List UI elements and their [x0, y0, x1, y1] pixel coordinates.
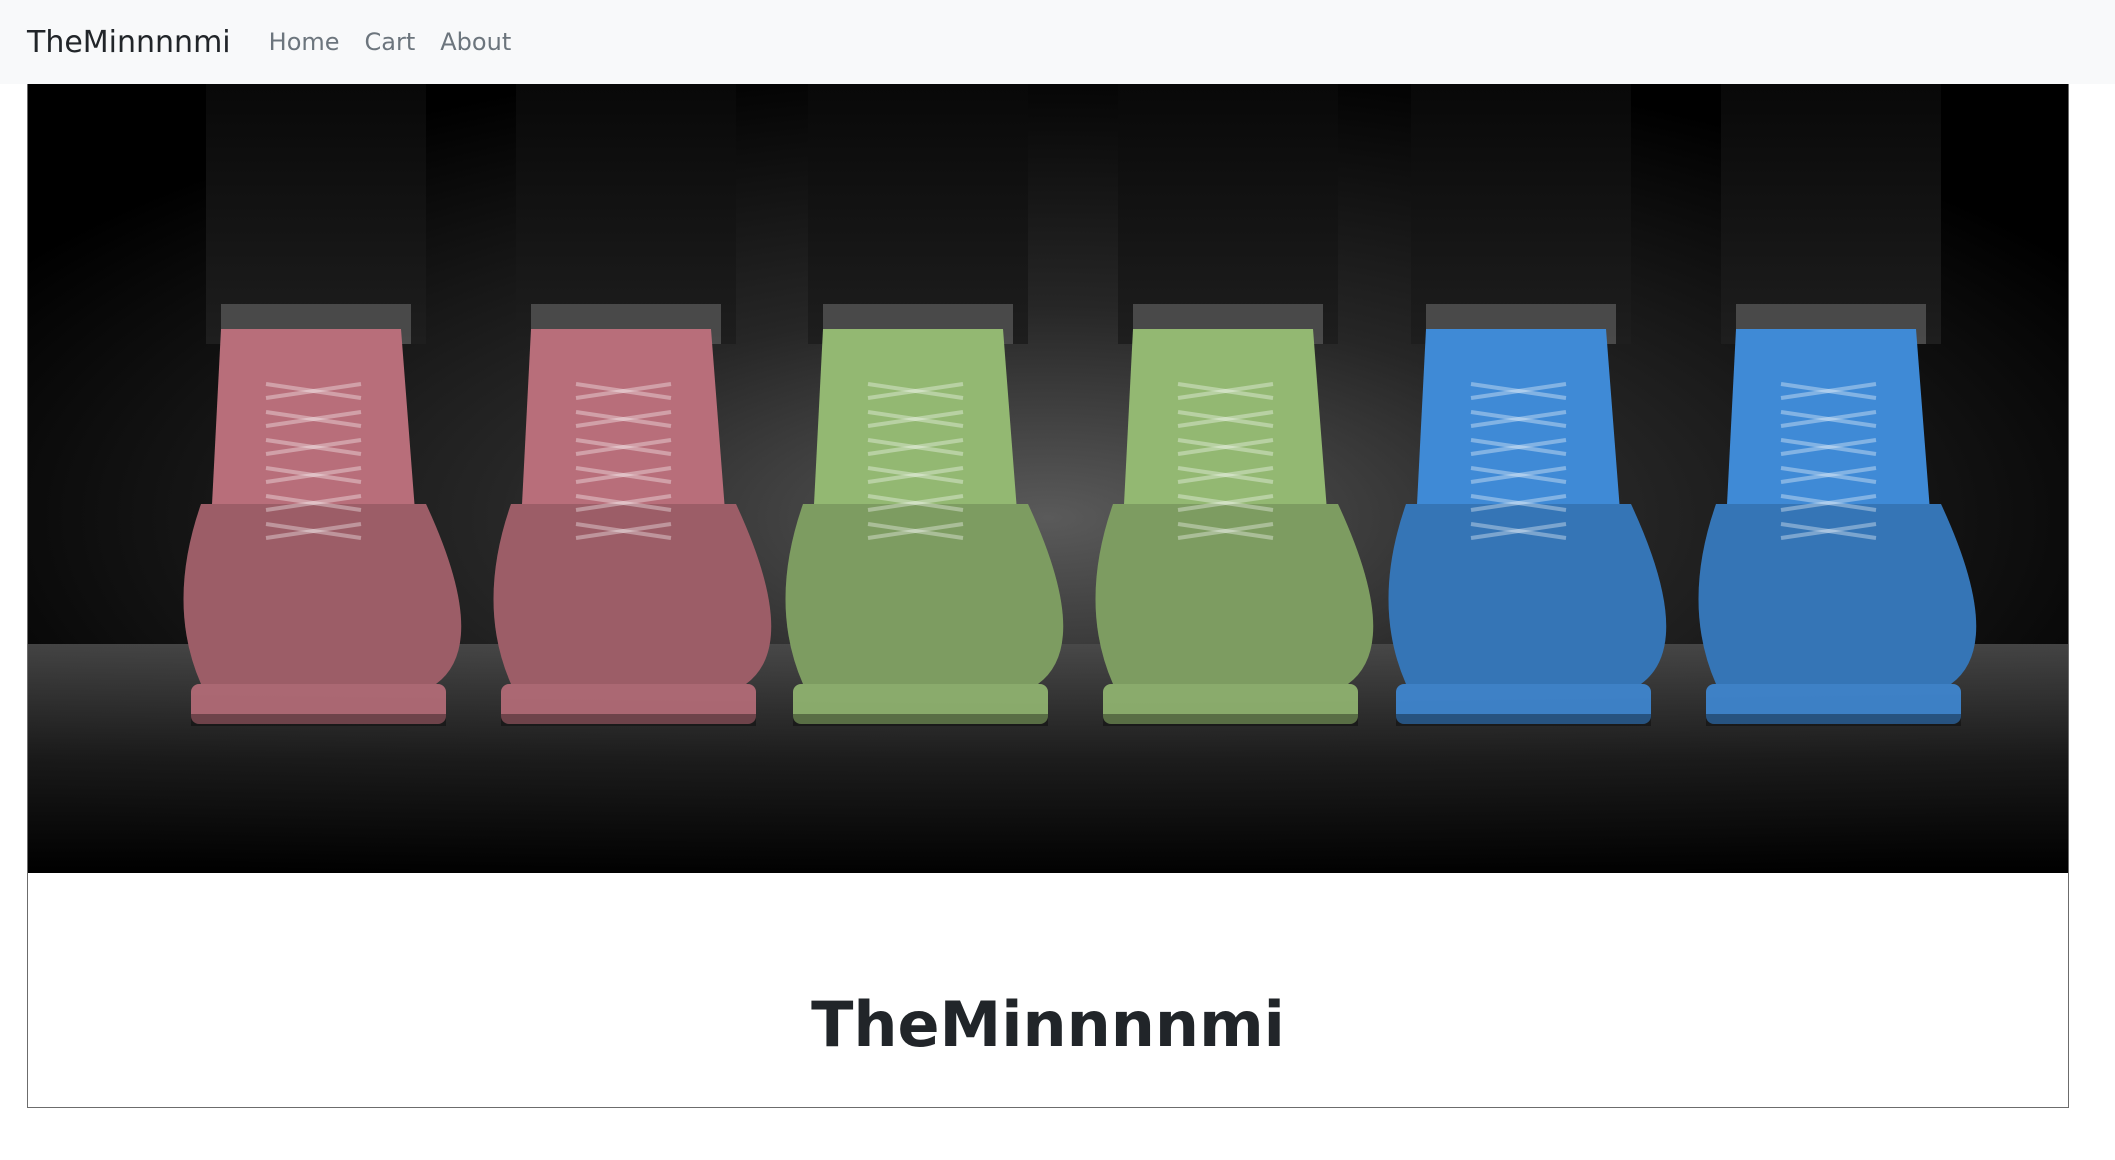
hero-image — [28, 84, 2068, 873]
top-navbar: TheMinnnnmi Home Cart About — [0, 0, 2115, 84]
nav-links: Home Cart About — [269, 28, 537, 56]
hero-card: TheMinnnnmi — [27, 84, 2069, 1108]
card-title: TheMinnnnmi — [811, 988, 1285, 1061]
nav-link-home[interactable]: Home — [269, 28, 340, 56]
brand-link[interactable]: TheMinnnnmi — [27, 25, 231, 60]
nav-link-about[interactable]: About — [440, 28, 511, 56]
boots-illustration — [28, 84, 2068, 873]
nav-link-cart[interactable]: Cart — [365, 28, 416, 56]
